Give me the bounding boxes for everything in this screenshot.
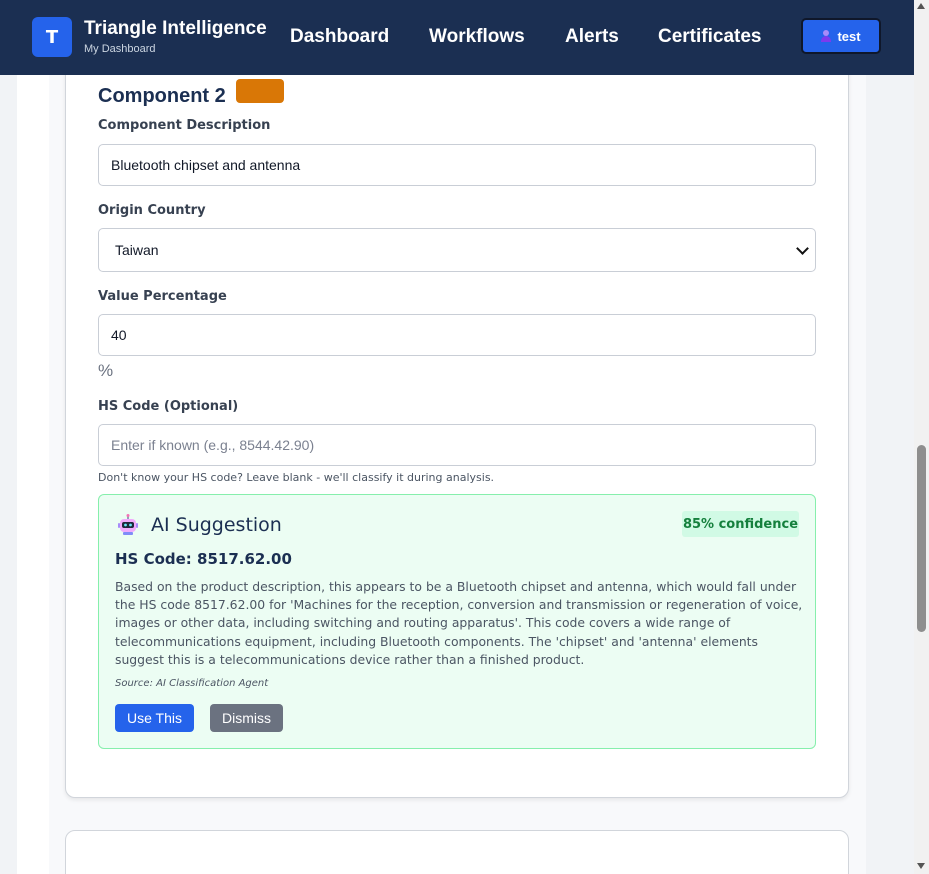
user-label: test <box>837 28 861 44</box>
ai-suggestion-source: Source: AI Classification Agent <box>115 678 269 689</box>
scrollbar-thumb[interactable] <box>917 445 926 632</box>
logo[interactable]: T <box>32 17 72 57</box>
percent-symbol: % <box>98 361 114 380</box>
component-title: Component 2 <box>98 85 226 107</box>
brand-title[interactable]: Triangle Intelligence <box>84 18 267 40</box>
use-this-button[interactable]: Use This <box>115 704 194 732</box>
value-percentage-label: Value Percentage <box>98 289 227 304</box>
nav-dashboard[interactable]: Dashboard <box>290 26 389 48</box>
nav-alerts[interactable]: Alerts <box>565 26 619 48</box>
suggested-hs-code: HS Code: 8517.62.00 <box>115 550 292 568</box>
origin-country-select[interactable]: Taiwan <box>98 228 816 272</box>
hs-code-hint: Don't know your HS code? Leave blank - w… <box>98 471 495 484</box>
scroll-down-icon[interactable] <box>917 863 925 869</box>
ai-suggestion-title: AI Suggestion <box>151 514 282 536</box>
brand-subtitle: My Dashboard <box>84 43 156 55</box>
top-navbar: T Triangle Intelligence My Dashboard Das… <box>0 0 914 75</box>
hs-code-input[interactable]: Enter if known (e.g., 8544.42.90) <box>98 424 816 466</box>
origin-country-value: Taiwan <box>115 242 159 258</box>
robot-icon <box>118 514 138 535</box>
hs-code-label: HS Code (Optional) <box>98 399 239 414</box>
page-scrollbar[interactable] <box>914 0 929 874</box>
chevron-down-icon <box>796 241 809 255</box>
next-component-card <box>65 830 849 874</box>
nav-certificates[interactable]: Certificates <box>658 26 762 48</box>
hs-code-placeholder: Enter if known (e.g., 8544.42.90) <box>111 437 315 453</box>
nav-workflows[interactable]: Workflows <box>429 26 525 48</box>
value-percentage-value: 40 <box>111 327 127 343</box>
origin-country-label: Origin Country <box>98 203 206 218</box>
description-label: Component Description <box>98 118 271 133</box>
description-input[interactable]: Bluetooth chipset and antenna <box>98 144 816 186</box>
user-icon <box>821 30 832 42</box>
confidence-badge: 85% confidence <box>682 511 799 537</box>
scroll-up-icon[interactable] <box>917 3 925 9</box>
component-status-badge <box>236 79 284 103</box>
user-menu-button[interactable]: test <box>801 18 881 54</box>
dismiss-button[interactable]: Dismiss <box>210 704 283 732</box>
ai-suggestion-description: Based on the product description, this a… <box>115 579 803 667</box>
description-value: Bluetooth chipset and antenna <box>111 157 301 173</box>
value-percentage-input[interactable]: 40 <box>98 314 816 356</box>
